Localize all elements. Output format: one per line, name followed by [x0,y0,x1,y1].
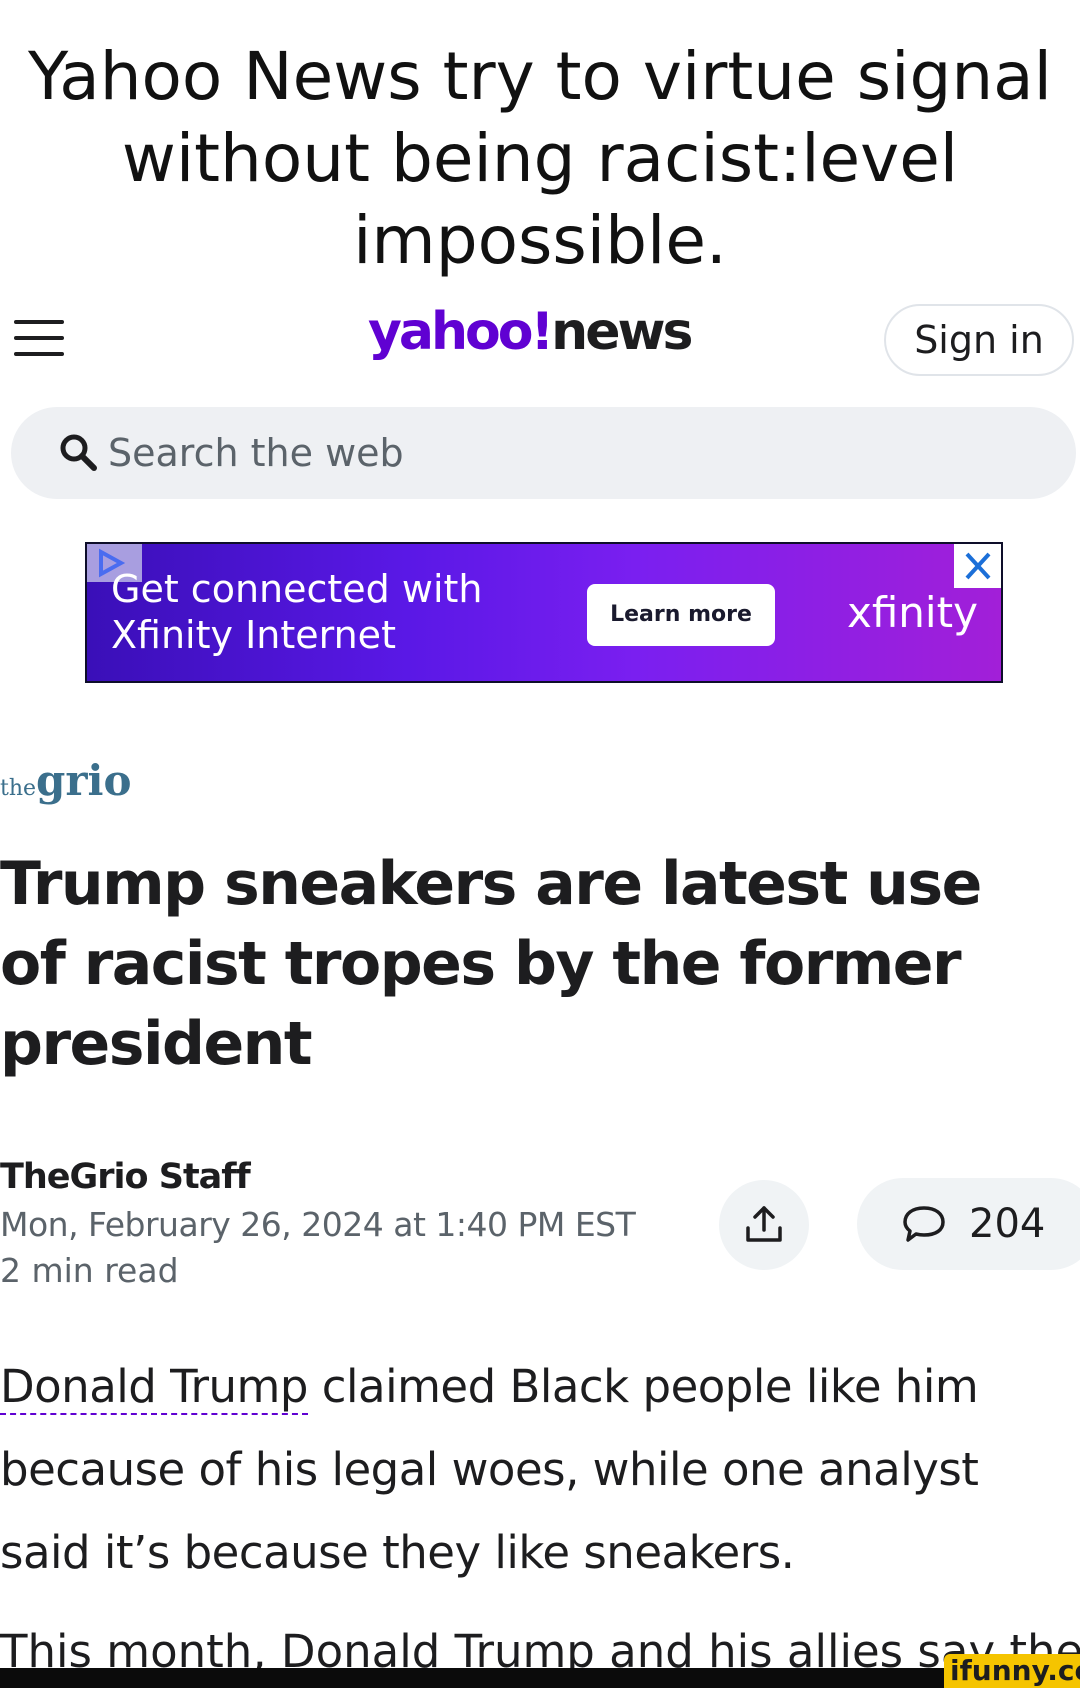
ad-headline: Get connected with Xfinity Internet [111,566,531,658]
caption-line: Yahoo News try to virtue signal [28,38,1052,115]
logo-product: news [551,302,693,362]
source-logo-name: grio [36,756,132,805]
ad-headline-line: Get connected with [111,567,483,611]
read-time: 2 min read [0,1251,179,1290]
caption-line: impossible. [353,202,727,279]
meme-caption: Yahoo News try to virtue signal without … [0,36,1080,282]
article-next-paragraph: This month, Donald Trump and his allies … [0,1625,1080,1670]
article-author[interactable]: TheGrio Staff [0,1155,251,1199]
share-button[interactable] [719,1180,809,1270]
share-icon [746,1206,782,1242]
source-logo-prefix: the [0,776,37,801]
bottom-bar [0,1668,1080,1688]
yahoo-news-logo[interactable]: yahoo!news [368,302,693,372]
article-date: Mon, February 26, 2024 at 1:40 PM EST [0,1205,636,1244]
xfinity-logo: xfinity [847,588,978,637]
article-headline: Trump sneakers are latest use of racist … [0,849,982,1079]
sign-in-button[interactable]: Sign in [884,304,1074,376]
xfinity-ad-banner[interactable]: Get connected with Xfinity Internet Lear… [85,542,1003,683]
hamburger-menu-icon[interactable] [14,320,64,358]
ad-headline-line: Xfinity Internet [111,613,396,657]
comment-count: 204 [969,1201,1046,1247]
close-icon[interactable] [954,544,1001,588]
article-body: Donald Trump claimed Black people like h… [0,1345,1040,1594]
learn-more-button[interactable]: Learn more [587,584,775,646]
thegrio-logo[interactable]: thegrio [0,756,132,805]
search-input[interactable]: Search the web [108,429,404,477]
search-icon [60,434,97,471]
topic-link-donald-trump[interactable]: Donald Trump [0,1360,308,1415]
caption-line: without being racist:level [121,120,959,197]
ifunny-watermark: ifunny.co [944,1654,1080,1688]
search-bar[interactable]: Search the web [11,407,1076,499]
logo-brand: yahoo! [368,302,554,362]
comments-button[interactable]: 204 [857,1178,1080,1270]
comment-bubble-icon [903,1206,945,1242]
